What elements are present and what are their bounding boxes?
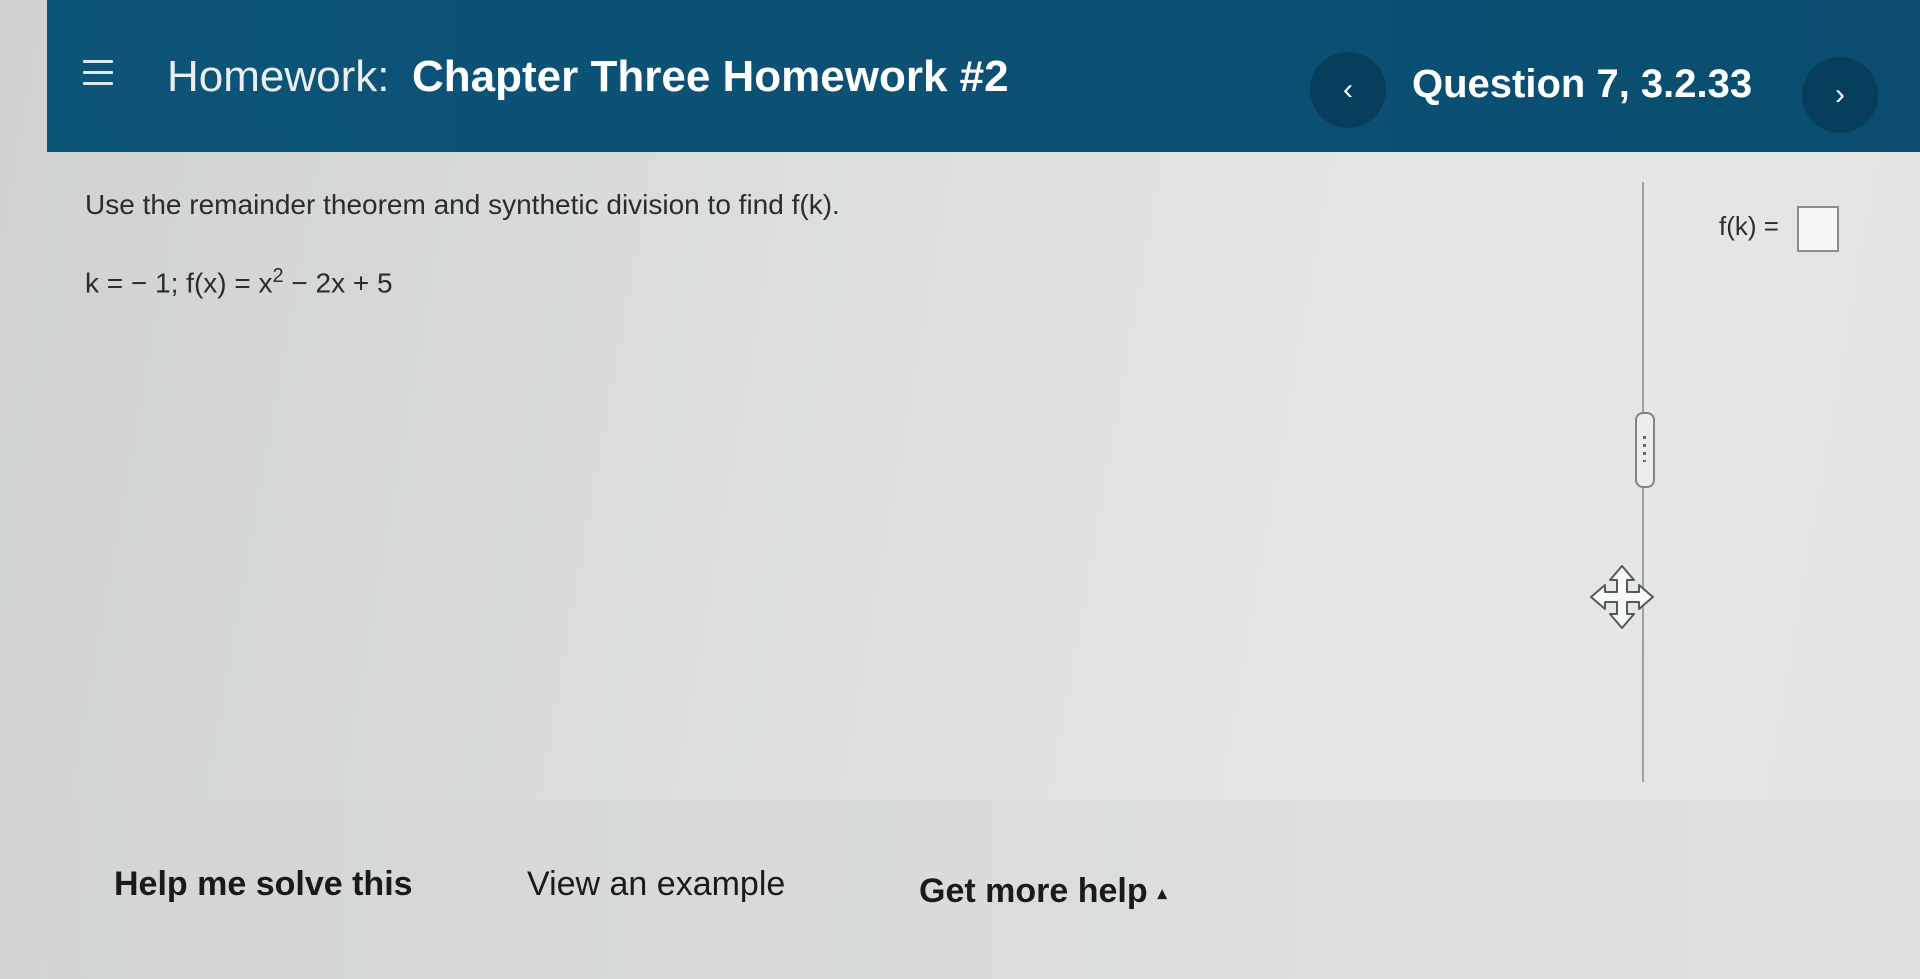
hamburger-menu-icon[interactable] xyxy=(83,60,113,86)
previous-question-button[interactable]: ‹ xyxy=(1310,52,1386,128)
homework-page: Homework: Chapter Three Homework #2 ‹ Qu… xyxy=(0,0,1920,979)
question-number: Question 7, 3.2.33 xyxy=(1412,62,1753,106)
question-instruction: Use the remainder theorem and synthetic … xyxy=(85,189,840,220)
get-more-help-label: Get more help xyxy=(919,872,1148,910)
help-footer: Help me solve this View an example Get m… xyxy=(47,800,1920,979)
question-area: Use the remainder theorem and synthetic … xyxy=(47,152,1920,802)
move-cursor-icon xyxy=(1590,565,1654,629)
help-me-solve-button[interactable]: Help me solve this xyxy=(114,865,413,904)
chevron-right-icon: › xyxy=(1835,78,1845,111)
next-question-button[interactable]: › xyxy=(1802,57,1878,133)
homework-title: Chapter Three Homework #2 xyxy=(412,52,1009,101)
panel-resize-handle[interactable] xyxy=(1635,412,1655,488)
view-example-button[interactable]: View an example xyxy=(527,865,785,904)
answer-input[interactable] xyxy=(1797,206,1839,252)
question-given: k = − 1; f(x) = x2 − 2x + 5 xyxy=(85,265,393,299)
homework-label: Homework: xyxy=(167,52,390,101)
given-suffix: − 2x + 5 xyxy=(283,267,393,299)
given-prefix: k = − 1; f(x) = x xyxy=(85,267,273,299)
caret-up-icon: ▴ xyxy=(1157,882,1167,903)
header-bar: Homework: Chapter Three Homework #2 ‹ Qu… xyxy=(47,0,1920,152)
chevron-left-icon: ‹ xyxy=(1343,73,1353,106)
get-more-help-button[interactable]: Get more help ▴ xyxy=(919,872,1167,911)
answer-label: f(k) = xyxy=(1719,211,1779,241)
given-exponent: 2 xyxy=(272,265,284,287)
